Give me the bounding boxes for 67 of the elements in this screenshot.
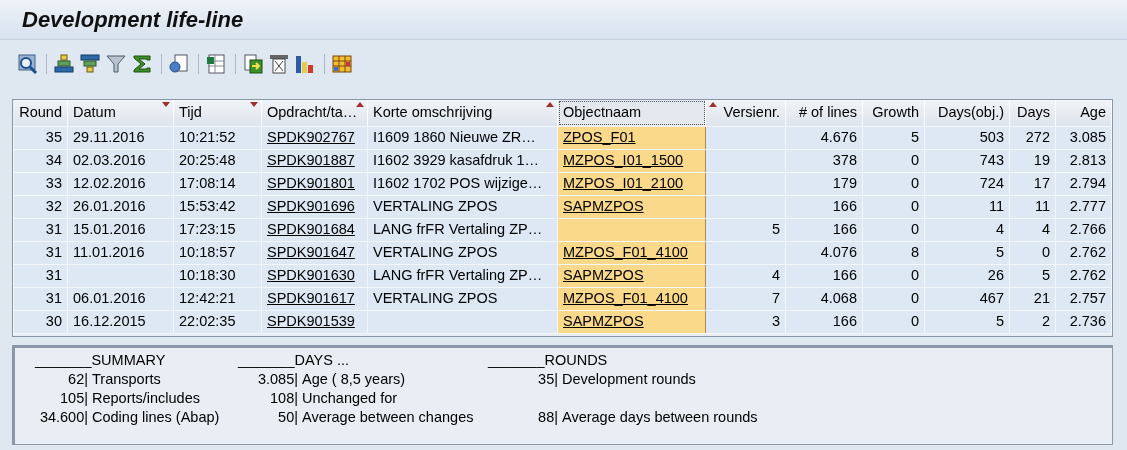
table-cell: 4.676 <box>785 126 863 149</box>
summary-value: 34.600| <box>39 409 88 425</box>
summary-value: 3.085| <box>257 371 298 387</box>
summary-label: Average days between rounds <box>562 408 758 427</box>
column-header[interactable]: Round <box>13 100 68 126</box>
summary-value: 50| <box>278 409 298 425</box>
table-cell: 31 <box>13 218 68 241</box>
table-cell: 5 <box>862 126 925 149</box>
summary-value: 88| <box>538 409 558 425</box>
summary-label: Average between changes <box>302 408 474 427</box>
summary-value: 35| <box>538 371 558 387</box>
summary-label: Development rounds <box>562 370 696 389</box>
column-header[interactable]: Opdracht/ta… <box>261 100 368 126</box>
column-header[interactable]: Growth <box>862 100 925 126</box>
table-cell: LANG frFR Vertaling ZP… <box>367 218 558 241</box>
table-cell: 29.11.2016 <box>67 126 174 149</box>
sort-ascending-icon[interactable] <box>53 53 75 76</box>
summary-label: Reports/includes <box>92 389 200 408</box>
grid-icon[interactable] <box>331 53 353 76</box>
column-header[interactable]: Days(obj.) <box>924 100 1010 126</box>
table-cell: VERTALING ZPOS <box>367 241 558 264</box>
column-header[interactable]: Objectnaam <box>557 100 706 126</box>
summary-label: Age ( 8,5 years) <box>302 370 406 389</box>
sort-indicator-icon <box>709 102 717 107</box>
column-header[interactable]: Versienr. <box>705 100 786 126</box>
summary-value: 108| <box>270 390 298 406</box>
table-cell: VERTALING ZPOS <box>367 195 558 218</box>
section-heading: _______SUMMARY <box>35 352 166 368</box>
summary-label: Coding lines (Abap) <box>92 408 220 427</box>
document-icon[interactable] <box>168 53 190 76</box>
search-icon[interactable] <box>16 53 38 76</box>
column-header[interactable]: Age <box>1055 100 1112 126</box>
column-header[interactable]: Tijd <box>173 100 262 126</box>
summary-value: 105| <box>60 390 88 406</box>
summary-label: Unchanged for <box>302 389 398 408</box>
section-heading: _______DAYS ... <box>238 352 349 368</box>
table-cell: 272 <box>1009 126 1056 149</box>
table-cell: I1609 1860 Nieuwe ZR… <box>367 126 558 149</box>
table-cell: 31 <box>13 287 68 310</box>
table-cell: 503 <box>924 126 1010 149</box>
table-cell: 33 <box>13 172 68 195</box>
sum-icon[interactable] <box>131 53 153 76</box>
table-cell: 10:21:52 <box>173 126 262 149</box>
filter-icon[interactable] <box>105 53 127 76</box>
table-cell: 35 <box>13 126 68 149</box>
table-cell: 34 <box>13 149 68 172</box>
summary-value: 62| <box>68 371 88 387</box>
table-cell: 30 <box>13 310 68 333</box>
sort-descending-icon[interactable] <box>79 53 101 76</box>
column-header[interactable]: Days <box>1009 100 1056 126</box>
table-cell: 32 <box>13 195 68 218</box>
table-cell: 3.085 <box>1055 126 1112 149</box>
table-cell: LANG frFR Vertaling ZP… <box>367 264 558 287</box>
table-cell: I1602 3929 kasafdruk 1… <box>367 149 558 172</box>
bar-chart-icon[interactable] <box>294 53 316 76</box>
export-icon[interactable] <box>242 53 264 76</box>
column-header[interactable]: # of lines <box>785 100 863 126</box>
table-cell: I1602 1702 POS wijzige… <box>367 172 558 195</box>
section-heading: _______ROUNDS <box>488 352 608 368</box>
window-title: Development life-line <box>22 6 244 34</box>
column-header[interactable]: Datum <box>67 100 174 126</box>
table-cell: VERTALING ZPOS <box>367 287 558 310</box>
table-cell: 31 <box>13 264 68 287</box>
spreadsheet-icon[interactable] <box>205 53 227 76</box>
table-cell: 31 <box>13 241 68 264</box>
column-header[interactable]: Korte omschrijving <box>367 100 558 126</box>
summary-label: Transports <box>92 370 161 389</box>
